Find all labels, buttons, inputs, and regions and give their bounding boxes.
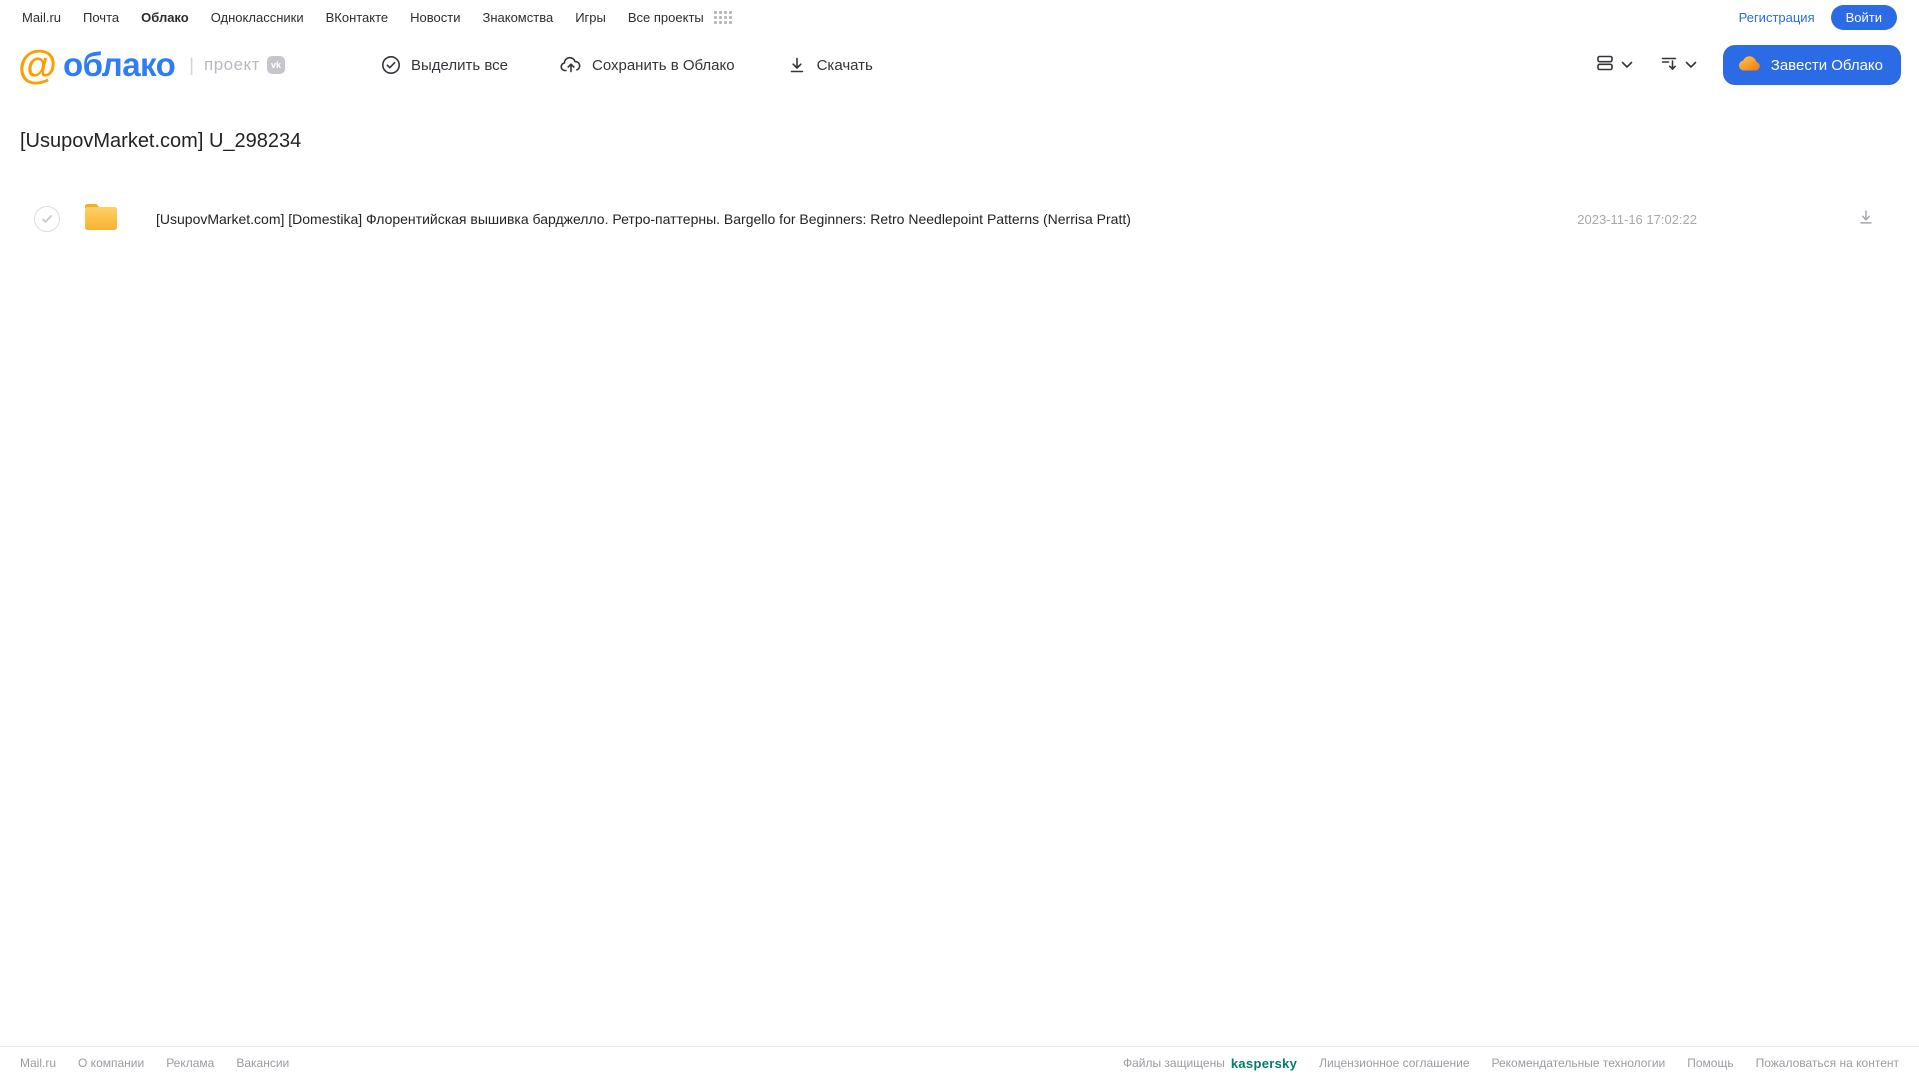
get-cloud-label: Завести Облако xyxy=(1770,56,1883,74)
nav-item-igry[interactable]: Игры xyxy=(575,10,606,25)
register-link[interactable]: Регистрация xyxy=(1739,10,1815,25)
list-view-icon xyxy=(1595,53,1615,78)
auth-controls: Регистрация Войти xyxy=(1739,4,1897,30)
footer-link-mailru[interactable]: Mail.ru xyxy=(20,1056,56,1070)
file-date: 2023-11-16 17:02:22 xyxy=(1577,211,1697,227)
save-to-cloud-label: Сохранить в Облако xyxy=(591,56,735,74)
action-toolbar: Выделить все Сохранить в Облако Скачать xyxy=(381,55,873,75)
nav-item-odnoklassniki[interactable]: Одноклассники xyxy=(211,10,304,25)
file-row[interactable]: [UsupovMarket.com] [Domestika] Флорентий… xyxy=(20,193,1899,245)
kaspersky-protection: Файлы защищены kaspersky xyxy=(1123,1056,1297,1071)
cloud-logo-text: облако xyxy=(63,46,176,83)
save-to-cloud-button[interactable]: Сохранить в Облако xyxy=(560,55,735,75)
files-protected-label: Файлы защищены xyxy=(1122,1056,1225,1070)
nav-item-vse-proekty[interactable]: Все проекты xyxy=(628,10,704,25)
cloud-header: @ облако | проект vk Выделить все Сохран… xyxy=(0,34,1919,96)
chevron-down-icon xyxy=(1621,56,1633,74)
nav-item-pochta[interactable]: Почта xyxy=(83,10,119,25)
footer-link-recommendations[interactable]: Рекомендательные технологии xyxy=(1492,1056,1666,1070)
main-content: [UsupovMarket.com] U_298234 [UsupovMarke… xyxy=(0,130,1919,245)
check-circle-icon xyxy=(381,55,401,75)
nav-item-znakomstva[interactable]: Знакомства xyxy=(482,10,553,25)
sort-dropdown[interactable] xyxy=(1659,53,1697,78)
row-download-icon[interactable] xyxy=(1857,208,1875,231)
chevron-down-icon xyxy=(1685,56,1697,74)
select-all-label: Выделить все xyxy=(410,56,508,74)
mailru-at-icon: @ xyxy=(18,43,58,87)
nav-item-novosti[interactable]: Новости xyxy=(410,10,460,25)
sort-icon xyxy=(1659,53,1679,78)
logo-divider: | xyxy=(189,54,194,75)
cloud-icon xyxy=(1737,54,1761,76)
download-label: Скачать xyxy=(816,56,873,74)
download-icon xyxy=(787,55,807,75)
vk-project-mark: | проект vk xyxy=(189,55,285,76)
footer-link-help[interactable]: Помощь xyxy=(1687,1056,1733,1070)
login-button[interactable]: Войти xyxy=(1830,4,1897,30)
project-label: проект xyxy=(203,55,260,74)
file-name[interactable]: [UsupovMarket.com] [Domestika] Флорентий… xyxy=(156,211,1131,227)
download-button[interactable]: Скачать xyxy=(787,55,873,75)
cloud-upload-icon xyxy=(560,55,582,75)
get-cloud-button[interactable]: Завести Облако xyxy=(1722,45,1901,85)
cloud-logo[interactable]: @ облако | проект vk xyxy=(18,45,285,85)
nav-item-vkontakte[interactable]: ВКонтакте xyxy=(326,10,389,25)
footer-link-report[interactable]: Пожаловаться на контент xyxy=(1756,1056,1899,1070)
footer-link-vacancies[interactable]: Вакансии xyxy=(236,1056,289,1070)
portal-nav-links: Mail.ru Почта Облако Одноклассники ВКонт… xyxy=(22,10,1739,25)
footer-link-ads[interactable]: Реклама xyxy=(166,1056,214,1070)
vk-badge-icon: vk xyxy=(266,56,285,74)
portal-navbar: Mail.ru Почта Облако Одноклассники ВКонт… xyxy=(0,0,1919,34)
check-icon xyxy=(42,215,52,223)
view-mode-dropdown[interactable] xyxy=(1595,53,1633,78)
row-checkbox[interactable] xyxy=(34,206,60,232)
select-all-button[interactable]: Выделить все xyxy=(381,55,508,75)
footer-left-links: Mail.ru О компании Реклама Вакансии xyxy=(20,1056,289,1070)
all-projects-grid-icon[interactable] xyxy=(713,10,732,24)
kaspersky-logo[interactable]: kaspersky xyxy=(1231,1056,1297,1071)
header-right-controls: Завести Облако xyxy=(1595,45,1901,85)
footer-link-license[interactable]: Лицензионное соглашение xyxy=(1319,1056,1469,1070)
folder-icon xyxy=(82,201,120,238)
nav-item-oblako[interactable]: Облако xyxy=(141,10,189,25)
footer: Mail.ru О компании Реклама Вакансии Файл… xyxy=(0,1046,1919,1079)
footer-link-company[interactable]: О компании xyxy=(78,1056,144,1070)
nav-item-mailru[interactable]: Mail.ru xyxy=(22,10,61,25)
page-title: [UsupovMarket.com] U_298234 xyxy=(20,130,302,152)
footer-right-links: Файлы защищены kaspersky Лицензионное со… xyxy=(1123,1056,1899,1071)
